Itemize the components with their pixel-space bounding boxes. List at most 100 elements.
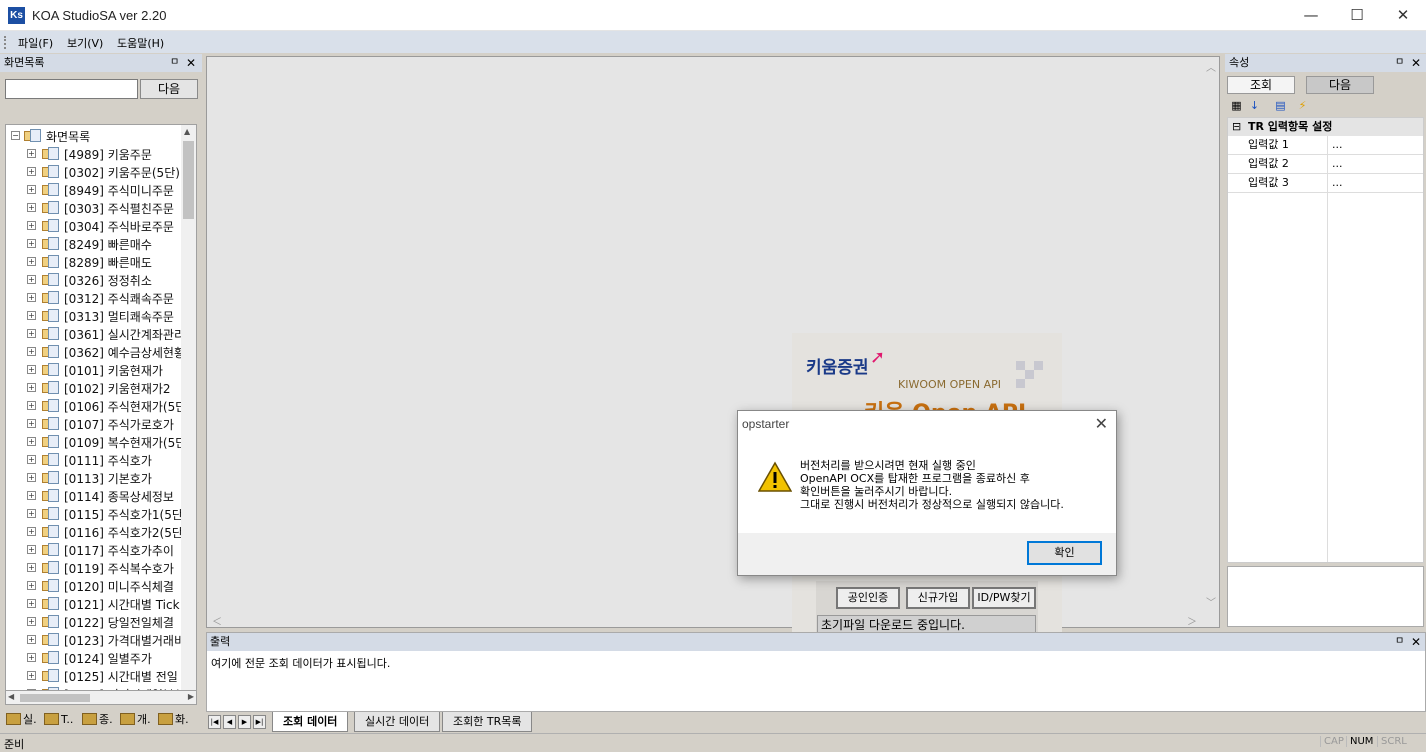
left-tab-3[interactable]: 종. bbox=[82, 711, 113, 729]
tree-item[interactable]: + [8949] 주식미니주문 bbox=[6, 181, 182, 199]
expand-icon[interactable]: + bbox=[27, 149, 36, 158]
expand-icon[interactable]: + bbox=[27, 347, 36, 356]
expand-icon[interactable]: + bbox=[27, 437, 36, 446]
expand-icon[interactable]: + bbox=[27, 293, 36, 302]
property-value[interactable]: ... bbox=[1332, 155, 1343, 173]
tab-realtime-data[interactable]: 실시간 데이터 bbox=[354, 712, 441, 732]
expand-icon[interactable]: + bbox=[27, 203, 36, 212]
property-row[interactable]: 입력값 2 ... bbox=[1228, 155, 1423, 174]
property-category[interactable]: ⊟ TR 입력항목 설정 bbox=[1228, 118, 1423, 136]
left-tab-5[interactable]: 화. bbox=[158, 711, 189, 729]
tree-item[interactable]: + [0113] 기본호가 bbox=[6, 469, 182, 487]
minimize-button[interactable]: — bbox=[1288, 0, 1334, 31]
close-window-button[interactable]: ✕ bbox=[1380, 0, 1426, 31]
tree-item[interactable]: + [8289] 빠른매도 bbox=[6, 253, 182, 271]
expand-icon[interactable]: + bbox=[27, 581, 36, 590]
close-panel-icon[interactable]: ✕ bbox=[1411, 54, 1421, 72]
find-idpw-button[interactable]: ID/PW찾기 bbox=[972, 587, 1036, 609]
tree-item[interactable]: + [0116] 주식호가2(5단) bbox=[6, 523, 182, 541]
property-row[interactable]: 입력값 1 ... bbox=[1228, 136, 1423, 155]
tree-item[interactable]: + [0101] 키움현재가 bbox=[6, 361, 182, 379]
pin-icon[interactable]: ㅁ bbox=[1395, 633, 1404, 651]
tree-item[interactable]: + [0304] 주식바로주문 bbox=[6, 217, 182, 235]
tree-item[interactable]: + [0302] 키움주문(5단) bbox=[6, 163, 182, 181]
left-tab-4[interactable]: 개. bbox=[120, 711, 151, 729]
sort-alpha-icon[interactable]: ↓ bbox=[1247, 98, 1262, 113]
expand-icon[interactable]: + bbox=[27, 563, 36, 572]
expand-icon[interactable]: + bbox=[27, 167, 36, 176]
signup-button[interactable]: 신규가입 bbox=[906, 587, 970, 609]
ok-button[interactable]: 확인 bbox=[1027, 541, 1102, 565]
tree-item[interactable]: + [4989] 키움주문 bbox=[6, 145, 182, 163]
expand-icon[interactable]: + bbox=[27, 401, 36, 410]
expand-icon[interactable]: + bbox=[27, 221, 36, 230]
expand-icon[interactable]: + bbox=[27, 671, 36, 680]
tree-item[interactable]: + [0326] 정정취소 bbox=[6, 271, 182, 289]
property-value[interactable]: ... bbox=[1332, 136, 1343, 154]
tab-tr-list[interactable]: 조회한 TR목록 bbox=[442, 712, 533, 732]
tab-query-data[interactable]: 조회 데이터 bbox=[272, 712, 349, 732]
tree-item[interactable]: + [0115] 주식호가1(5단) bbox=[6, 505, 182, 523]
expand-icon[interactable]: + bbox=[27, 419, 36, 428]
scroll-left-icon[interactable]: ◀ bbox=[8, 692, 14, 701]
menu-view[interactable]: 보기(V) bbox=[67, 35, 103, 51]
expand-icon[interactable]: + bbox=[27, 509, 36, 518]
tree-item[interactable]: + [0106] 주식현재가(5단) bbox=[6, 397, 182, 415]
collapse-icon[interactable]: − bbox=[11, 131, 20, 140]
tab-next[interactable]: 다음 bbox=[1306, 76, 1374, 94]
collapse-icon[interactable]: ⊟ bbox=[1232, 118, 1241, 136]
tree-item[interactable]: + [0361] 실시간계좌관리 bbox=[6, 325, 182, 343]
categorized-icon[interactable]: ▦ bbox=[1229, 98, 1244, 113]
expand-icon[interactable]: + bbox=[27, 275, 36, 284]
tree-item[interactable]: + [0114] 종목상세정보 bbox=[6, 487, 182, 505]
last-tab-icon[interactable]: ▶| bbox=[253, 715, 266, 729]
tree-item[interactable]: + [0111] 주식호가 bbox=[6, 451, 182, 469]
pin-icon[interactable]: ㅁ bbox=[170, 54, 179, 72]
menu-help[interactable]: 도움말(H) bbox=[117, 35, 164, 51]
scroll-right-icon[interactable]: ＞ bbox=[1187, 613, 1197, 628]
scroll-down-icon[interactable]: ﹀ bbox=[1206, 594, 1216, 609]
tree-item[interactable]: + [0362] 예수금상세현황 bbox=[6, 343, 182, 361]
expand-icon[interactable]: + bbox=[27, 653, 36, 662]
tree-item[interactable]: + [8249] 빠른매수 bbox=[6, 235, 182, 253]
tree-vertical-scrollbar[interactable]: ▲ bbox=[181, 125, 196, 690]
tree-item[interactable]: + [0109] 복수현재가(5단) bbox=[6, 433, 182, 451]
tree-item[interactable]: + [0102] 키움현재가2 bbox=[6, 379, 182, 397]
expand-icon[interactable]: + bbox=[27, 491, 36, 500]
expand-icon[interactable]: + bbox=[27, 545, 36, 554]
tree-item[interactable]: + [0303] 주식펼친주문 bbox=[6, 199, 182, 217]
property-value[interactable]: ... bbox=[1332, 174, 1343, 192]
expand-icon[interactable]: + bbox=[27, 383, 36, 392]
menu-file[interactable]: 파일(F) bbox=[18, 35, 53, 51]
property-pages-icon[interactable]: ▤ bbox=[1273, 98, 1288, 113]
expand-icon[interactable]: + bbox=[27, 257, 36, 266]
expand-icon[interactable]: + bbox=[27, 599, 36, 608]
property-row[interactable]: 입력값 3 ... bbox=[1228, 174, 1423, 193]
scroll-up-icon[interactable]: ▲ bbox=[184, 127, 190, 136]
tree-item[interactable]: + [0107] 주식가로호가 bbox=[6, 415, 182, 433]
expand-icon[interactable]: + bbox=[27, 329, 36, 338]
expand-icon[interactable]: + bbox=[27, 311, 36, 320]
tree-hscroll-thumb[interactable] bbox=[20, 694, 90, 702]
scroll-right-icon[interactable]: ▶ bbox=[188, 692, 194, 701]
tab-query[interactable]: 조회 bbox=[1227, 76, 1295, 94]
property-divider[interactable] bbox=[1327, 136, 1328, 562]
next-search-button[interactable]: 다음 bbox=[140, 79, 198, 99]
tree-item[interactable]: + [0121] 시간대별 Tick bbox=[6, 595, 182, 613]
certificate-button[interactable]: 공인인증 bbox=[836, 587, 900, 609]
left-tab-1[interactable]: 실. bbox=[6, 711, 37, 729]
tree-horizontal-scrollbar[interactable]: ◀ ▶ bbox=[5, 690, 197, 705]
tree-item[interactable]: + [0312] 주식쾌속주문 bbox=[6, 289, 182, 307]
workspace-vertical-scrollbar[interactable]: ︿ ﹀ bbox=[1203, 57, 1219, 627]
tree-item[interactable]: + [0313] 멀티쾌속주문 bbox=[6, 307, 182, 325]
maximize-button[interactable]: ☐ bbox=[1334, 0, 1380, 31]
tree-item[interactable]: + [0124] 일별주가 bbox=[6, 649, 182, 667]
screen-search-input[interactable] bbox=[5, 79, 138, 99]
scroll-left-icon[interactable]: ＜ bbox=[212, 613, 222, 628]
tree-item[interactable]: + [0122] 당일전일체결 bbox=[6, 613, 182, 631]
left-tab-2[interactable]: T.. bbox=[44, 711, 73, 729]
close-panel-icon[interactable]: ✕ bbox=[1411, 633, 1421, 651]
events-icon[interactable]: ⚡ bbox=[1295, 98, 1310, 113]
first-tab-icon[interactable]: |◀ bbox=[208, 715, 221, 729]
expand-icon[interactable]: + bbox=[27, 635, 36, 644]
